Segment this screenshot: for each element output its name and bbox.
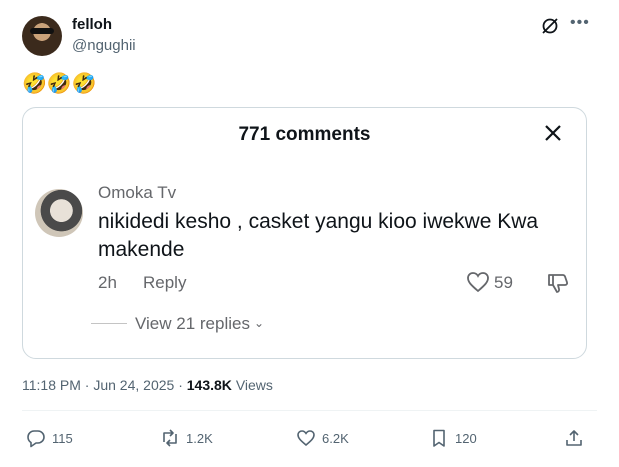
comment-time: 2h <box>98 273 117 292</box>
reply-action[interactable]: 115 <box>26 427 73 449</box>
views-label: Views <box>235 377 273 393</box>
share-action[interactable] <box>564 427 590 449</box>
close-icon[interactable] <box>540 120 566 146</box>
meta-separator: · <box>84 377 90 393</box>
actions-divider <box>22 410 597 411</box>
replies-divider <box>91 323 127 324</box>
more-icon[interactable]: ••• <box>570 14 590 32</box>
reply-count: 115 <box>52 430 73 446</box>
like-action[interactable]: 6.2K <box>296 427 349 449</box>
grok-icon[interactable] <box>540 16 560 36</box>
chevron-down-icon: ⌄ <box>253 316 265 330</box>
repost-count: 1.2K <box>186 430 213 446</box>
author-handle[interactable]: @ngughii <box>72 37 136 54</box>
bookmark-count: 120 <box>455 430 477 446</box>
tweet-meta: 11:18 PM · Jun 24, 2025 · 143.8K Views <box>22 377 273 393</box>
reply-button: Reply <box>143 273 187 292</box>
like-icon <box>297 430 315 447</box>
bookmark-action[interactable]: 120 <box>429 427 477 449</box>
author-name[interactable]: felloh <box>72 16 112 33</box>
repost-action[interactable]: 1.2K <box>160 427 213 449</box>
repost-icon <box>163 429 177 447</box>
thumbs-down-icon <box>548 274 569 293</box>
share-icon <box>566 430 582 446</box>
commenter-avatar <box>35 189 83 237</box>
view-replies-label: View 21 replies <box>135 314 250 333</box>
heart-icon <box>467 272 489 293</box>
comment-text: nikidedi kesho , casket yangu kioo iwekw… <box>98 210 539 261</box>
tweet-date[interactable]: Jun 24, 2025 <box>93 377 174 393</box>
comments-title: 771 comments <box>238 124 371 145</box>
meta-separator: · <box>178 377 183 393</box>
comment-like-count: 59 <box>494 273 513 292</box>
tweet-time[interactable]: 11:18 PM <box>22 377 81 393</box>
tweet-text: 🤣🤣🤣 <box>22 73 97 95</box>
view-replies-link: View 21 replies ⌄ <box>135 314 264 334</box>
commenter-name: Omoka Tv <box>98 183 177 202</box>
author-avatar[interactable] <box>22 16 62 56</box>
views-count: 143.8K <box>186 377 232 393</box>
reply-icon <box>27 430 45 448</box>
bookmark-icon <box>433 429 445 447</box>
embedded-comments-card[interactable]: 771 comments Omoka Tv nikidedi kesho , c… <box>22 107 587 359</box>
like-count: 6.2K <box>322 430 349 446</box>
